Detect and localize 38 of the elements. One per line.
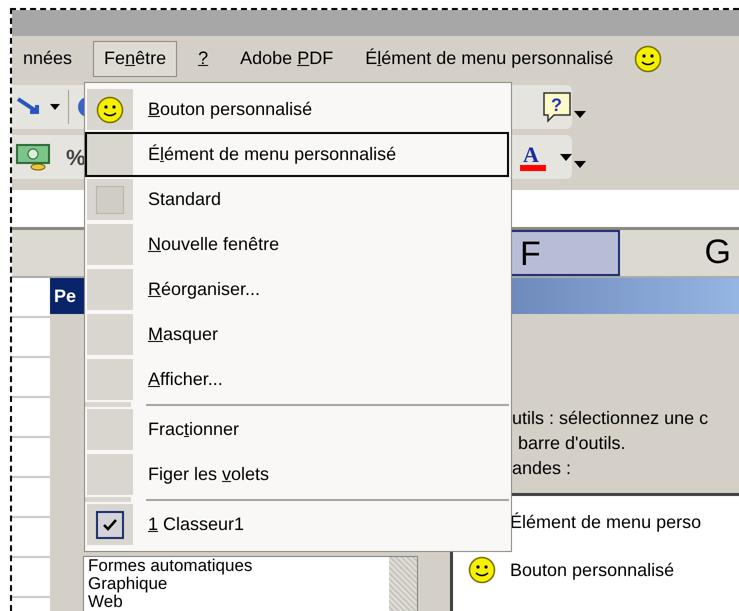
menu-item[interactable]: Élément de menu personnalisé: [354, 41, 624, 77]
menu-item[interactable]: nnées: [12, 41, 84, 77]
caret-icon[interactable]: [560, 154, 572, 160]
menu-item[interactable]: Nouvelle fenêtre: [85, 222, 509, 267]
caret-icon[interactable]: [50, 104, 60, 110]
column-header[interactable]: G: [620, 230, 739, 276]
category-list[interactable]: Formes automatiques Graphique Web: [83, 556, 418, 611]
menu-item[interactable]: 1 Classeur1: [85, 502, 509, 547]
caret-icon[interactable]: [574, 160, 586, 168]
help-icon[interactable]: ?: [542, 91, 572, 123]
menu-item[interactable]: Fenêtre: [93, 41, 178, 77]
smiley-icon[interactable]: [634, 45, 662, 73]
list-item[interactable]: Graphique: [88, 575, 389, 593]
menu-item[interactable]: Standard: [85, 177, 509, 222]
menu-item[interactable]: Élément de menu personnalisé: [85, 132, 509, 177]
commands-label: andes :: [512, 457, 572, 480]
instruction-text: barre d'outils.: [517, 432, 626, 455]
caret-icon[interactable]: [574, 110, 586, 118]
instruction-text: utils : sélectionnez une c: [512, 407, 710, 430]
menu-item[interactable]: Fractionner: [85, 407, 509, 452]
column-header[interactable]: F: [510, 230, 620, 276]
command-item[interactable]: Bouton personnalisé: [510, 556, 674, 584]
list-item[interactable]: Formes automatiques: [88, 557, 389, 575]
menu-item[interactable]: Bouton personnalisé: [85, 87, 509, 132]
list-item[interactable]: Web: [88, 593, 389, 611]
scrollbar[interactable]: [389, 557, 417, 611]
menu-item[interactable]: Réorganiser...: [85, 267, 509, 312]
dialog-title: Pe: [53, 284, 76, 308]
percent-label[interactable]: %: [66, 140, 86, 174]
command-item[interactable]: Élément de menu perso: [510, 508, 702, 536]
arrow-icon[interactable]: [16, 97, 42, 117]
smiley-icon: [468, 556, 496, 584]
money-icon[interactable]: [16, 143, 50, 171]
menu-item[interactable]: Adobe PDF: [229, 41, 344, 77]
smiley-icon: [96, 96, 124, 124]
menu-item[interactable]: Afficher...: [85, 357, 509, 402]
menu-item[interactable]: ?: [187, 41, 220, 77]
menu-item[interactable]: Masquer: [85, 312, 509, 357]
